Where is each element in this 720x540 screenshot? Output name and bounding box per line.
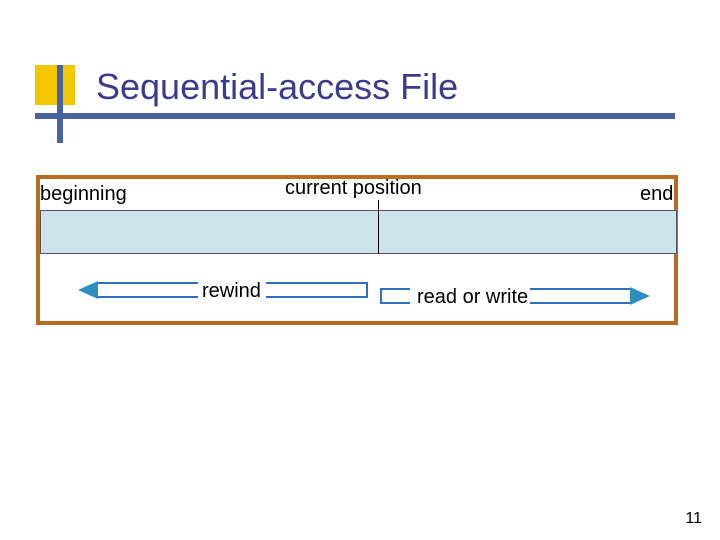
label-beginning: beginning	[40, 183, 127, 206]
page-number: 11	[685, 510, 702, 528]
file-tape	[40, 210, 677, 254]
slide-title: Sequential-access File	[96, 66, 458, 108]
arrow-left-icon	[78, 281, 98, 299]
label-rewind: rewind	[202, 280, 261, 303]
arrow-right-icon	[630, 287, 650, 305]
label-end: end	[640, 183, 673, 206]
ornament-vertical-bar	[57, 65, 63, 143]
ornament-horizontal-bar	[35, 113, 675, 119]
label-read-or-write: read or write	[417, 286, 528, 309]
label-current-position: current position	[285, 177, 422, 200]
ornament-square	[35, 65, 75, 105]
current-position-marker	[378, 200, 379, 254]
title-ornament	[35, 65, 75, 140]
